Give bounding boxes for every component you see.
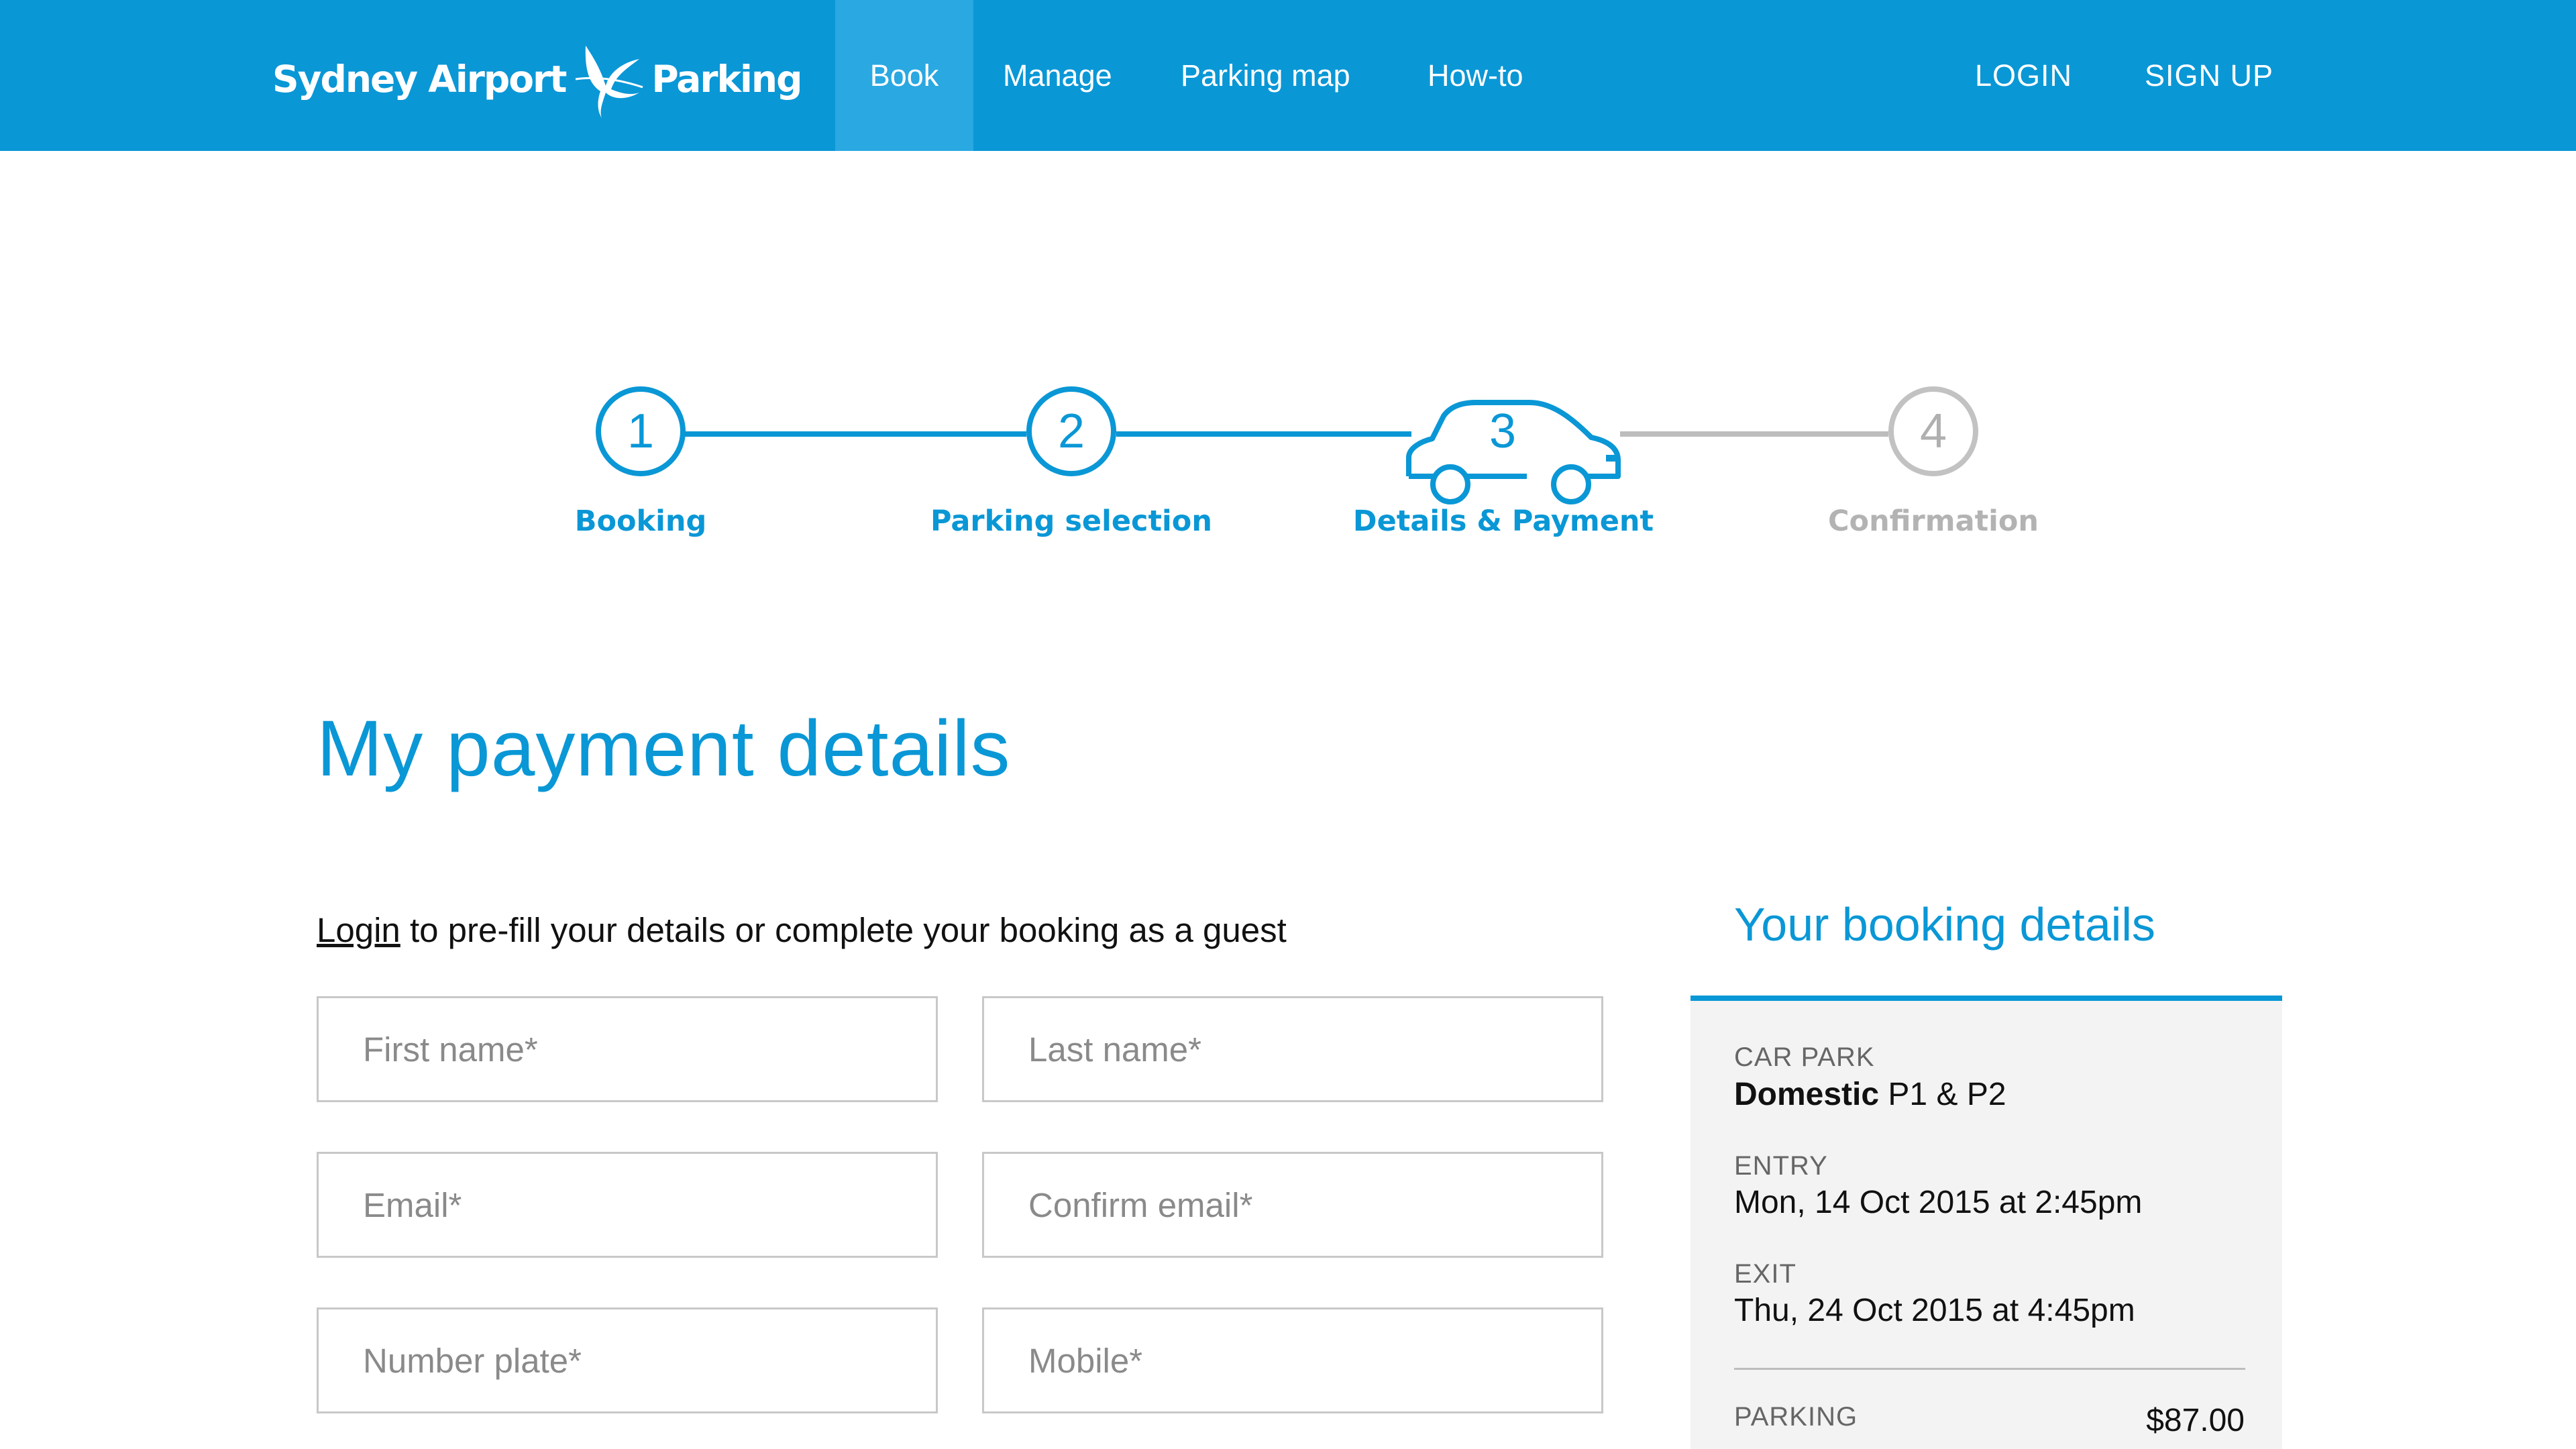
top-nav-bar: Sydney Airport Parking Book Manage Parki… [0, 0, 2576, 151]
car-park-label: CAR PARK [1734, 1042, 1875, 1072]
nav-book[interactable]: Book [835, 0, 973, 151]
booking-details-title: Your booking details [1734, 898, 2155, 951]
parking-label: PARKING [1734, 1402, 1858, 1432]
booking-progress-stepper: 1 2 3 4 Booking Parking selection Detail… [0, 362, 2576, 564]
nav-parking-map[interactable]: Parking map [1181, 0, 1350, 151]
step-1-label: Booking [574, 504, 707, 538]
first-name-field[interactable] [317, 996, 938, 1102]
page-title: My payment details [317, 704, 1011, 793]
login-prompt: Login to pre-fill your details or comple… [317, 910, 1287, 950]
step-3-number: 3 [1489, 405, 1517, 458]
step-connector-1-2 [684, 431, 1026, 437]
sydney-airport-parking-logo[interactable]: Sydney Airport Parking [272, 39, 802, 119]
exit-value: Thu, 24 Oct 2015 at 4:45pm [1734, 1293, 2135, 1328]
booking-details-accent-bar [1690, 996, 2282, 1001]
step-1-circle: 1 [596, 386, 686, 476]
entry-value: Mon, 14 Oct 2015 at 2:45pm [1734, 1185, 2143, 1220]
mobile-field[interactable] [982, 1307, 1603, 1413]
sign-up-link[interactable]: SIGN UP [2145, 0, 2273, 151]
step-4-label: Confirmation [1827, 504, 2039, 538]
nav-manage[interactable]: Manage [1003, 0, 1112, 151]
login-prefill-link[interactable]: Login [317, 911, 400, 949]
nav-how-to[interactable]: How-to [1428, 0, 1523, 151]
step-4-circle: 4 [1888, 386, 1978, 476]
parking-price: $87.00 [2146, 1403, 2245, 1438]
login-prompt-text: to pre-fill your details or complete you… [400, 911, 1287, 949]
entry-label: ENTRY [1734, 1151, 1828, 1181]
bird-logo-icon [576, 46, 643, 118]
step-3-label: Details & Payment [1352, 504, 1654, 538]
confirm-email-field[interactable] [982, 1152, 1603, 1258]
step-connector-2-3 [1116, 431, 1411, 437]
car-park-terminal: Domestic [1734, 1077, 1880, 1112]
step-2-label: Parking selection [930, 504, 1212, 538]
number-plate-field[interactable] [317, 1307, 938, 1413]
last-name-field[interactable] [982, 996, 1603, 1102]
summary-divider [1734, 1368, 2245, 1370]
logo-text-right: Parking [651, 58, 802, 101]
logo-text-left: Sydney Airport [272, 58, 567, 101]
login-link[interactable]: LOGIN [1975, 0, 2072, 151]
car-park-lots: P1 & P2 [1879, 1077, 2006, 1112]
step-2-circle: 2 [1026, 386, 1116, 476]
car-park-value: Domestic P1 & P2 [1734, 1076, 2006, 1113]
email-field[interactable] [317, 1152, 938, 1258]
step-connector-3-4 [1620, 431, 1888, 437]
exit-label: EXIT [1734, 1259, 1796, 1289]
